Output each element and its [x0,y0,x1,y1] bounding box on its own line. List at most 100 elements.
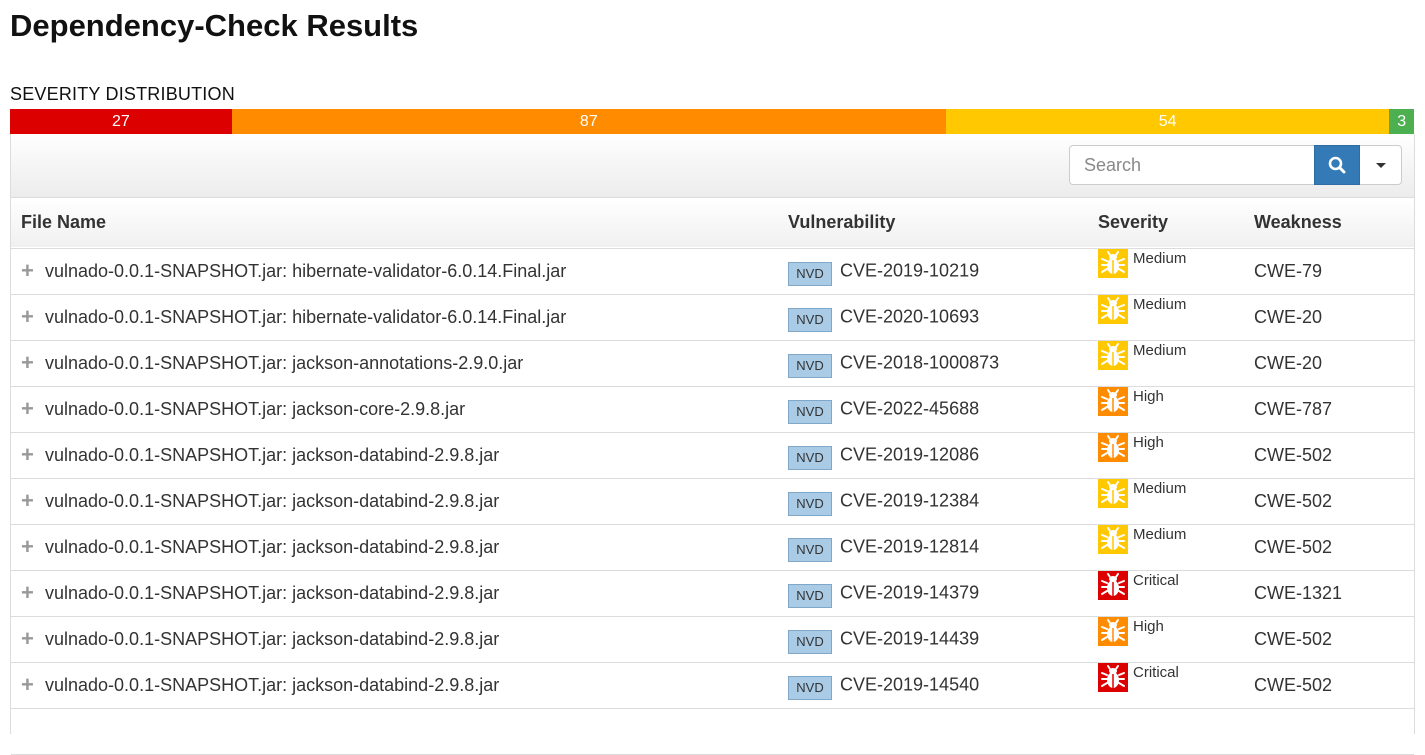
cell-vulnerability: NVD CVE-2019-10219 [778,248,1088,294]
file-name-text: vulnado-0.0.1-SNAPSHOT.jar: hibernate-va… [45,260,567,281]
column-header-weakness[interactable]: Weakness [1244,198,1414,248]
cell-severity: Medium [1088,524,1244,570]
expand-plus-icon[interactable]: + [21,306,39,328]
cve-link[interactable]: CVE-2019-10219 [840,261,979,281]
table-row[interactable]: + vulnado-0.0.1-SNAPSHOT.jar: jackson-dat… [11,524,1414,570]
expand-plus-icon[interactable]: + [21,490,39,512]
search-icon [1328,156,1346,174]
file-name-text: vulnado-0.0.1-SNAPSHOT.jar: jackson-data… [45,444,500,465]
column-header-severity[interactable]: Severity [1088,198,1244,248]
cell-vulnerability: NVD CVE-2020-10693 [778,294,1088,340]
columns-dropdown-button[interactable] [1360,145,1402,185]
table-row[interactable]: + vulnado-0.0.1-SNAPSHOT.jar: jackson-ann… [11,340,1414,386]
cve-link[interactable]: CVE-2018-1000873 [840,353,999,373]
severity-distribution-bar: 27 87 54 3 [10,109,1414,134]
table-toolbar [11,134,1414,198]
cve-link[interactable]: CVE-2019-14540 [840,675,979,695]
table-row[interactable]: + vulnado-0.0.1-SNAPSHOT.jar: jackson-dat… [11,432,1414,478]
nvd-source-badge: NVD [788,676,832,700]
cell-vulnerability: NVD CVE-2019-12384 [778,478,1088,524]
expand-plus-icon[interactable]: + [21,536,39,558]
cell-file-name: + vulnado-0.0.1-SNAPSHOT.jar: jackson-dat… [11,432,778,478]
expand-plus-icon[interactable]: + [21,628,39,650]
expand-plus-icon[interactable]: + [21,674,39,696]
cell-vulnerability: NVD CVE-2019-14439 [778,616,1088,662]
distribution-segment-medium: 54 [945,109,1390,134]
cell-vulnerability: NVD CVE-2018-1000873 [778,340,1088,386]
cell-file-name: + vulnado-0.0.1-SNAPSHOT.jar: hibernate-v… [11,248,778,294]
nvd-source-badge: NVD [788,492,832,516]
cell-vulnerability: NVD CVE-2019-12086 [778,432,1088,478]
cve-link[interactable]: CVE-2022-45688 [840,399,979,419]
cve-link[interactable]: CVE-2019-12814 [840,537,979,557]
table-row[interactable] [11,708,1414,754]
search-input[interactable] [1069,145,1314,185]
cell-severity: Medium [1088,340,1244,386]
file-name-text: vulnado-0.0.1-SNAPSHOT.jar: jackson-core… [45,398,466,419]
severity-distribution-label: SEVERITY DISTRIBUTION [10,84,235,104]
cve-link[interactable]: CVE-2019-12384 [840,491,979,511]
table-row[interactable]: + vulnado-0.0.1-SNAPSHOT.jar: hibernate-v… [11,294,1414,340]
file-name-text: vulnado-0.0.1-SNAPSHOT.jar: jackson-anno… [45,352,524,373]
table-row[interactable]: + vulnado-0.0.1-SNAPSHOT.jar: jackson-dat… [11,570,1414,616]
severity-bug-icon [1098,570,1128,600]
distribution-segment-high: 87 [231,109,946,134]
table-cell-empty [11,708,1414,754]
cell-weakness: CWE-502 [1254,674,1333,695]
cell-weakness: CWE-502 [1254,490,1333,511]
file-name-text: vulnado-0.0.1-SNAPSHOT.jar: jackson-data… [45,628,500,649]
column-header-vulnerability[interactable]: Vulnerability [778,198,1088,248]
cve-link[interactable]: CVE-2019-12086 [840,445,979,465]
severity-text: Medium [1133,479,1187,497]
distribution-segment-low: 3 [1389,109,1414,134]
file-name-text: vulnado-0.0.1-SNAPSHOT.jar: jackson-data… [45,490,500,511]
nvd-source-badge: NVD [788,400,832,424]
cell-vulnerability: NVD CVE-2019-14540 [778,662,1088,708]
nvd-source-badge: NVD [788,308,832,332]
caret-down-icon [1375,162,1386,168]
expand-plus-icon[interactable]: + [21,398,39,420]
cell-vulnerability: NVD CVE-2022-45688 [778,386,1088,432]
file-name-text: vulnado-0.0.1-SNAPSHOT.jar: jackson-data… [45,674,500,695]
distribution-segment-critical: 27 [10,109,232,134]
column-header-file-name[interactable]: File Name [11,198,778,248]
cve-link[interactable]: CVE-2019-14439 [840,629,979,649]
nvd-source-badge: NVD [788,584,832,608]
severity-text: High [1133,387,1164,405]
page-title: Dependency-Check Results [10,8,419,43]
expand-plus-icon[interactable]: + [21,352,39,374]
expand-plus-icon[interactable]: + [21,444,39,466]
cell-severity: High [1088,432,1244,478]
cell-severity: Critical [1088,570,1244,616]
expand-plus-icon[interactable]: + [21,582,39,604]
severity-text: Medium [1133,341,1187,359]
table-row[interactable]: + vulnado-0.0.1-SNAPSHOT.jar: jackson-dat… [11,616,1414,662]
severity-text: Medium [1133,295,1187,313]
cve-link[interactable]: CVE-2019-14379 [840,583,979,603]
table-row[interactable]: + vulnado-0.0.1-SNAPSHOT.jar: hibernate-v… [11,248,1414,294]
expand-plus-icon[interactable]: + [21,260,39,282]
table-row[interactable]: + vulnado-0.0.1-SNAPSHOT.jar: jackson-cor… [11,386,1414,432]
cell-severity: Medium [1088,294,1244,340]
severity-bug-icon [1098,248,1128,278]
cell-file-name: + vulnado-0.0.1-SNAPSHOT.jar: jackson-ann… [11,340,778,386]
cell-file-name: + vulnado-0.0.1-SNAPSHOT.jar: jackson-dat… [11,478,778,524]
cell-severity: High [1088,616,1244,662]
severity-bug-icon [1098,432,1128,462]
table-row[interactable]: + vulnado-0.0.1-SNAPSHOT.jar: jackson-dat… [11,478,1414,524]
results-panel: File Name Vulnerability Severity Weaknes… [10,134,1415,754]
cell-file-name: + vulnado-0.0.1-SNAPSHOT.jar: jackson-cor… [11,386,778,432]
nvd-source-badge: NVD [788,262,832,286]
severity-bug-icon [1098,340,1128,370]
table-row[interactable]: + vulnado-0.0.1-SNAPSHOT.jar: jackson-dat… [11,662,1414,708]
nvd-source-badge: NVD [788,630,832,654]
nvd-source-badge: NVD [788,538,832,562]
cell-file-name: + vulnado-0.0.1-SNAPSHOT.jar: jackson-dat… [11,616,778,662]
search-group [1069,145,1402,185]
search-button[interactable] [1314,145,1360,185]
cve-link[interactable]: CVE-2020-10693 [840,307,979,327]
cell-weakness: CWE-787 [1254,398,1333,419]
cell-severity: High [1088,386,1244,432]
cell-severity: Medium [1088,248,1244,294]
severity-bug-icon [1098,478,1128,508]
